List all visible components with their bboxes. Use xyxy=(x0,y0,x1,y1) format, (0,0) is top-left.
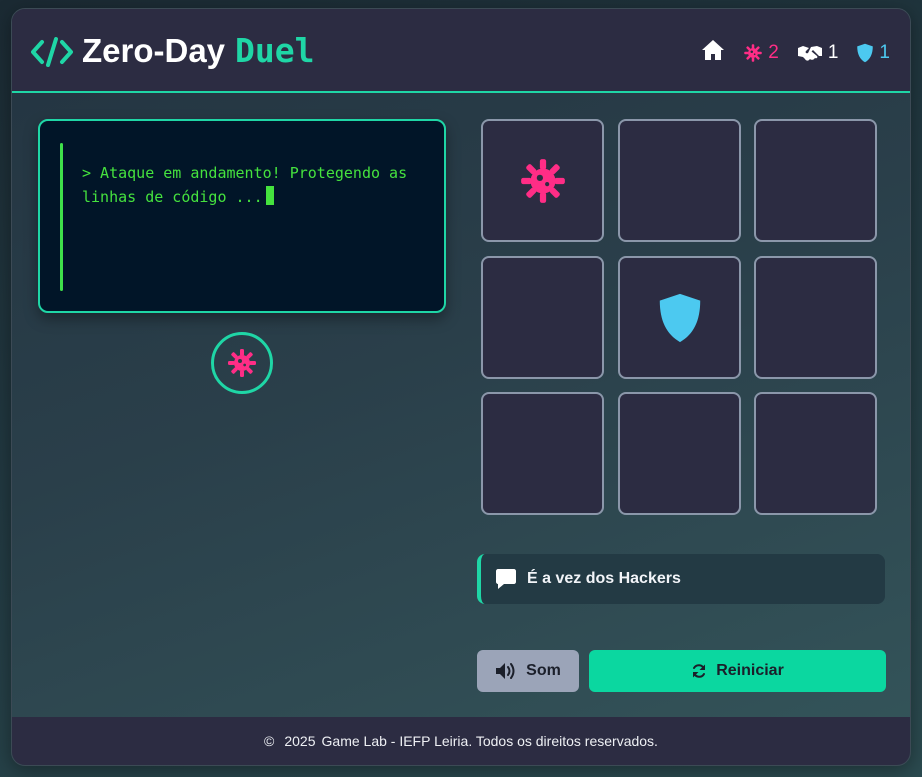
volume-icon xyxy=(496,663,515,679)
sound-button-label: Som xyxy=(526,662,561,679)
terminal-cursor xyxy=(265,186,274,205)
draws-score: 1 xyxy=(797,41,839,64)
turn-indicator xyxy=(211,332,273,394)
status-bar: É a vez dos Hackers xyxy=(477,554,885,604)
home-icon xyxy=(702,40,725,60)
draws-score-value: 1 xyxy=(827,41,839,63)
title-main: Zero-Day xyxy=(82,32,226,69)
restart-button[interactable]: Reiniciar xyxy=(589,650,886,692)
board-cell-9[interactable] xyxy=(754,392,877,515)
terminal-message: > Ataque em andamento! Protegendo as lin… xyxy=(82,161,422,209)
hackers-score: 2 xyxy=(743,42,779,64)
restart-button-label: Reiniciar xyxy=(716,662,784,679)
board-cell-4[interactable] xyxy=(481,256,604,379)
refresh-icon xyxy=(693,664,706,678)
game-window: Zero-Day Duel 2 1 1 > Ataque em andament… xyxy=(11,8,911,766)
home-button[interactable] xyxy=(701,39,725,66)
score-bar: 2 1 1 xyxy=(701,39,890,66)
defenders-score: 1 xyxy=(856,42,890,64)
terminal-text: > Ataque em andamento! Protegendo as lin… xyxy=(82,164,408,206)
copyright-year: 2025 xyxy=(284,733,316,749)
board-cell-5[interactable] xyxy=(618,256,741,379)
board-cell-1[interactable] xyxy=(481,119,604,242)
virus-icon xyxy=(228,349,256,377)
page-title: Zero-Day Duel xyxy=(82,31,315,70)
copyright-symbol: © xyxy=(264,733,275,749)
game-board xyxy=(481,119,881,519)
virus-icon xyxy=(520,158,565,203)
board-cell-7[interactable] xyxy=(481,392,604,515)
terminal-panel: > Ataque em andamento! Protegendo as lin… xyxy=(38,119,446,313)
chat-icon xyxy=(496,569,516,589)
shield-icon xyxy=(857,43,874,62)
footer: © 2025 Game Lab - IEFP Leiria. Todos os … xyxy=(12,717,910,765)
code-icon xyxy=(31,37,73,67)
terminal-accent-bar xyxy=(60,143,63,291)
board-cell-8[interactable] xyxy=(618,392,741,515)
header: Zero-Day Duel 2 1 1 xyxy=(12,9,910,93)
virus-icon xyxy=(744,43,763,62)
sound-button[interactable]: Som xyxy=(477,650,579,692)
board-cell-3[interactable] xyxy=(754,119,877,242)
handshake-icon xyxy=(797,45,822,61)
status-text: É a vez dos Hackers xyxy=(527,570,681,587)
title-accent: Duel xyxy=(235,31,315,70)
shield-icon xyxy=(659,293,700,342)
board-cell-2[interactable] xyxy=(618,119,741,242)
defenders-score-value: 1 xyxy=(879,41,890,63)
copyright-text: Game Lab - IEFP Leiria. Todos os direito… xyxy=(321,733,658,749)
hackers-score-value: 2 xyxy=(768,41,779,63)
board-cell-6[interactable] xyxy=(754,256,877,379)
